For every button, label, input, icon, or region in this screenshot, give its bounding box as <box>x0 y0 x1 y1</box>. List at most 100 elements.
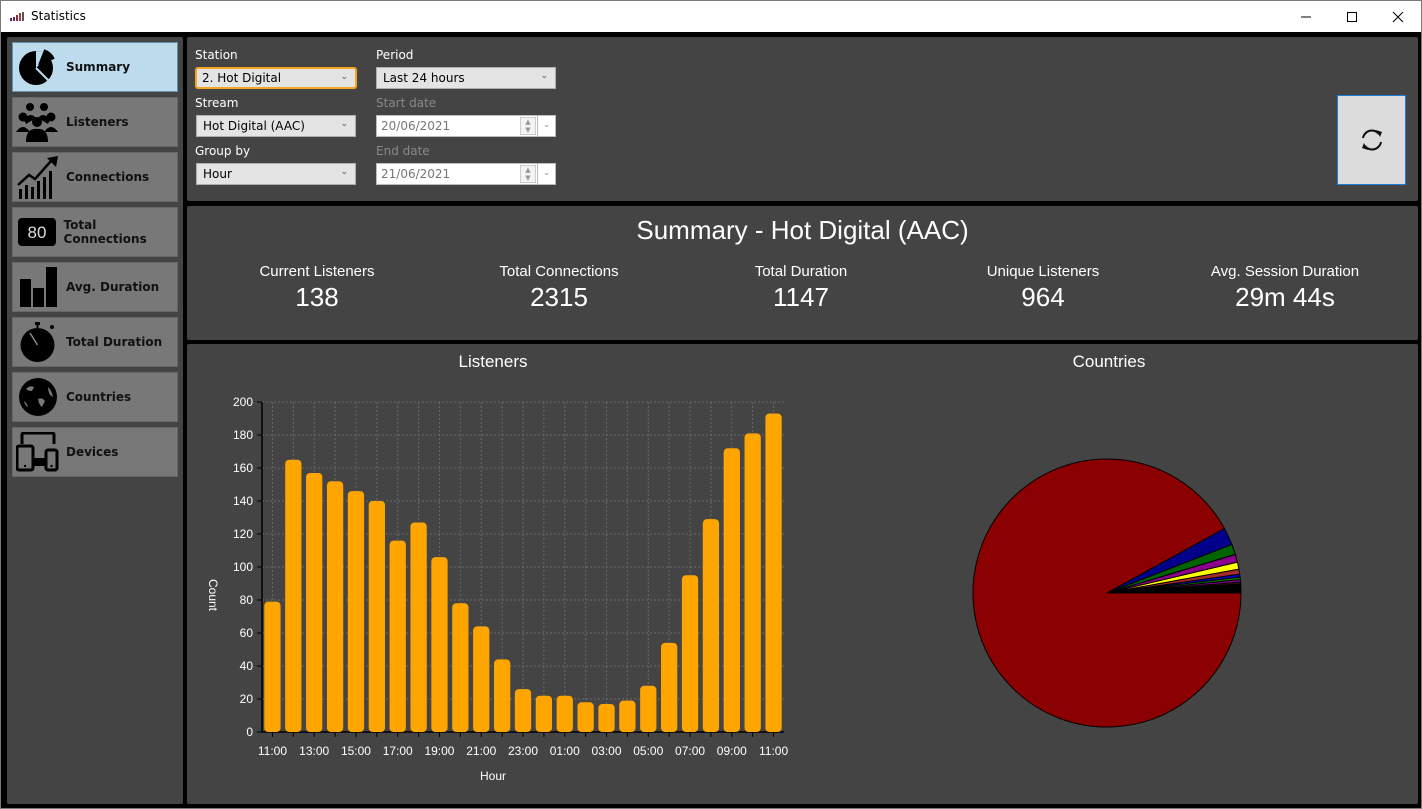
listeners-bar-chart: 0 20 40 60 80 100 120 140 160 180 200 11:00 13:00 15:… <box>206 395 788 783</box>
sidebar-item-summary[interactable]: Summary <box>12 42 178 92</box>
sidebar-item-label: Summary <box>66 60 131 74</box>
bar <box>535 695 553 732</box>
station-value: 2. Hot Digital <box>202 71 282 85</box>
start-date-picker[interactable]: 20/06/2021 ▲ ▼ ⌄ <box>376 115 556 137</box>
sidebar-item-devices[interactable]: Devices <box>12 427 178 477</box>
end-date-label: End date <box>376 144 430 158</box>
sidebar-item-label: Countries <box>66 390 132 404</box>
groupby-value: Hour <box>203 167 232 181</box>
y-tick-label: 0 <box>246 725 253 739</box>
bar <box>285 459 302 732</box>
stat-label: Avg. Session Duration <box>1210 263 1360 280</box>
sidebar-item-total-duration[interactable]: Total Duration <box>12 317 178 367</box>
chevron-down-icon: ⌄ <box>340 119 348 129</box>
globe-icon <box>16 375 60 419</box>
sidebar-item-total-connections[interactable]: 80 Total Connections <box>12 207 178 257</box>
title-bar: Statistics <box>1 1 1421 32</box>
groupby-label: Group by <box>195 144 251 158</box>
x-tick-label: 19:00 <box>424 744 454 758</box>
bar <box>598 703 615 732</box>
close-button[interactable] <box>1375 1 1421 32</box>
stream-value: Hot Digital (AAC) <box>203 119 305 133</box>
countries-pie-chart <box>972 458 1242 728</box>
bar <box>264 601 281 732</box>
x-tick-label: 11:00 <box>759 744 788 758</box>
sidebar-item-countries[interactable]: Countries <box>12 372 178 422</box>
y-tick-label: 80 <box>240 593 254 607</box>
stat-label: Current Listeners <box>259 263 375 280</box>
y-axis-label: Count <box>206 579 220 612</box>
maximize-button[interactable] <box>1329 1 1375 32</box>
y-tick-label: 100 <box>233 560 253 574</box>
x-tick-label: 13:00 <box>299 744 329 758</box>
stat-value: 1147 <box>773 282 829 312</box>
devices-icon <box>16 430 60 474</box>
stat-current-listeners: Current Listeners 138 <box>217 263 417 313</box>
sidebar-item-label: Listeners <box>66 115 129 129</box>
bar <box>347 491 365 732</box>
window-title: Statistics <box>31 9 86 23</box>
sidebar-item-avg-duration[interactable]: Avg. Duration <box>12 262 178 312</box>
bar <box>661 642 678 732</box>
date-spinner[interactable]: ▲ ▼ <box>520 117 536 135</box>
start-date-input[interactable]: 20/06/2021 <box>376 115 538 137</box>
x-tick-label: 11:00 <box>258 744 287 758</box>
bar <box>577 702 594 732</box>
y-tick-label: 20 <box>240 692 254 706</box>
chevron-down-icon: ⌄ <box>340 72 348 82</box>
charts-panel: Listeners Countries 0 20 40 60 80 100 120 140 16… <box>187 344 1418 804</box>
minimize-button[interactable] <box>1283 1 1329 32</box>
pie-chart-icon <box>16 45 60 89</box>
maximize-icon <box>1347 11 1357 22</box>
sidebar-item-listeners[interactable]: Listeners <box>12 97 178 147</box>
x-tick-label: 01:00 <box>550 744 580 758</box>
x-tick-label: 21:00 <box>466 744 496 758</box>
x-tick-label: 15:00 <box>341 744 371 758</box>
start-date-label: Start date <box>376 96 437 110</box>
bar <box>744 433 761 732</box>
chevron-down-icon[interactable]: ⌄ <box>538 163 556 185</box>
stat-label: Total Duration <box>754 263 848 280</box>
bar <box>681 575 699 732</box>
period-select[interactable]: Last 24 hours ⌄ <box>376 67 556 89</box>
bar <box>493 659 511 732</box>
sidebar-item-label: Devices <box>66 445 119 459</box>
chevron-down-icon: ⌄ <box>540 71 548 81</box>
bar <box>306 472 323 732</box>
date-spinner[interactable]: ▲ ▼ <box>520 165 536 183</box>
bar <box>326 481 344 732</box>
end-date-picker[interactable]: 21/06/2021 ▲ ▼ ⌄ <box>376 163 556 185</box>
sidebar-item-label: Total Duration <box>66 335 163 349</box>
y-tick-label: 60 <box>240 626 254 640</box>
y-tick-label: 160 <box>233 461 253 475</box>
bar <box>389 540 406 732</box>
stat-label: Unique Listeners <box>986 263 1100 280</box>
statistics-window: Statistics Summary Listeners Connections… <box>0 0 1422 809</box>
end-date-input[interactable]: 21/06/2021 <box>376 163 538 185</box>
trend-chart-icon <box>16 155 60 199</box>
pie-slice <box>972 458 1242 728</box>
bar <box>619 700 636 732</box>
groupby-select[interactable]: Hour ⌄ <box>196 163 356 185</box>
refresh-button[interactable] <box>1337 95 1406 185</box>
bar <box>723 448 740 732</box>
svg-text:80: 80 <box>27 223 46 242</box>
stat-avg-session-duration: Avg. Session Duration 29m 44s <box>1185 263 1385 313</box>
counter-icon: 80 <box>16 210 58 254</box>
sidebar-item-connections[interactable]: Connections <box>12 152 178 202</box>
stream-select[interactable]: Hot Digital (AAC) ⌄ <box>196 115 356 137</box>
chevron-down-icon[interactable]: ⌄ <box>538 115 556 137</box>
stat-value: 138 <box>295 282 339 312</box>
signal-bars-icon <box>10 12 24 21</box>
summary-panel: Summary - Hot Digital (AAC) Current List… <box>187 206 1418 340</box>
minimize-icon <box>1301 16 1311 17</box>
bar <box>473 626 490 732</box>
station-select[interactable]: 2. Hot Digital ⌄ <box>195 67 357 89</box>
refresh-icon <box>1361 129 1382 151</box>
bar <box>640 685 657 732</box>
stream-label: Stream <box>195 96 239 110</box>
bar <box>765 413 782 732</box>
sidebar-item-label: Total Connections <box>63 218 147 246</box>
x-tick-label: 07:00 <box>675 744 705 758</box>
x-tick-label: 03:00 <box>592 744 622 758</box>
